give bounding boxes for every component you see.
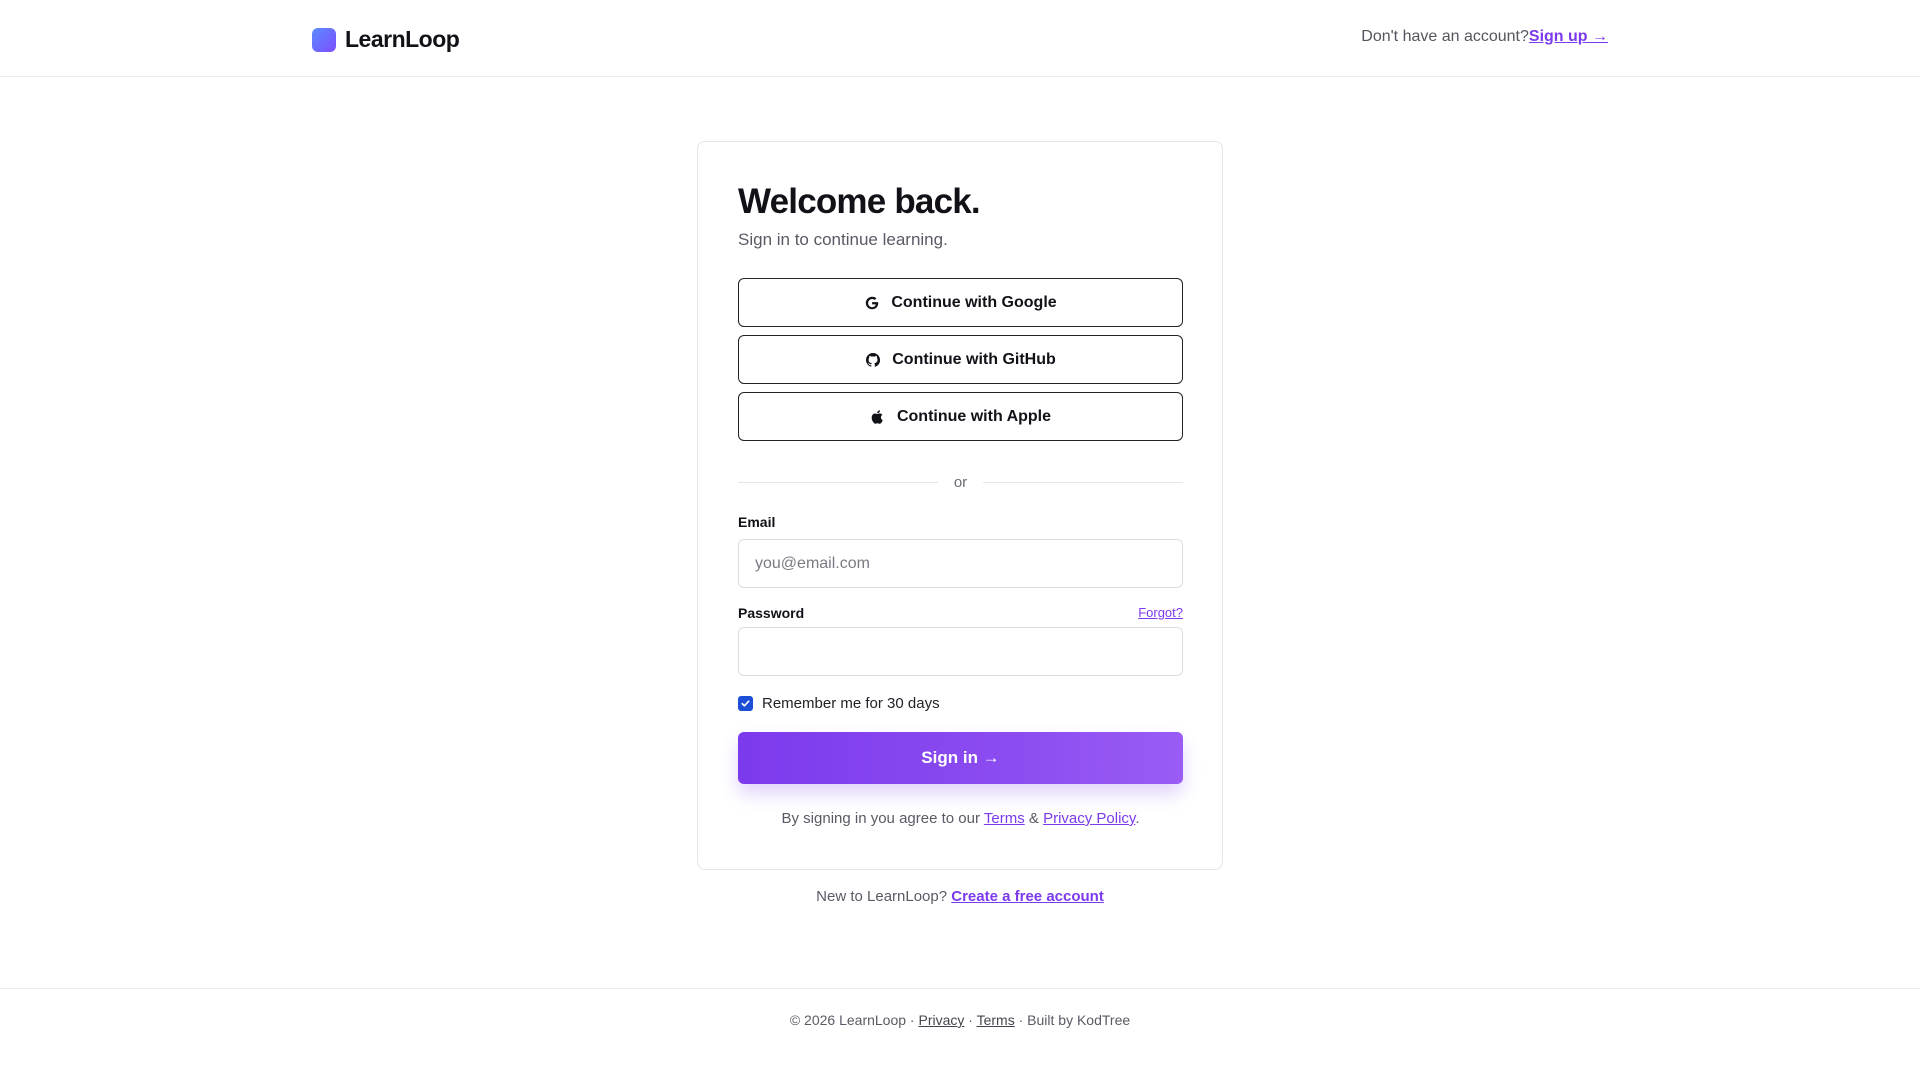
signup-prompt: Don't have an account? Sign up → (1361, 28, 1608, 46)
copyright: © 2026 LearnLoop · (789, 1012, 915, 1028)
footer-terms-link[interactable]: Terms (977, 1012, 1015, 1028)
signin-button[interactable]: Sign in → (738, 732, 1183, 784)
password-label-row: Password Forgot? (738, 605, 1183, 623)
signup-link[interactable]: Sign up → (1529, 28, 1608, 46)
apple-button-label: Continue with Apple (896, 407, 1052, 425)
agree-amp: & (1028, 810, 1039, 827)
github-button-label: Continue with GitHub (892, 350, 1056, 368)
footer-privacy-link[interactable]: Privacy (918, 1012, 964, 1028)
brand-name: LearnLoop (345, 26, 460, 52)
footer-separator: · (968, 1012, 973, 1028)
apple-signin-button[interactable]: Continue with Apple (738, 392, 1183, 441)
github-icon (866, 352, 881, 367)
create-account-link[interactable]: Create a free account (951, 888, 1104, 905)
password-label: Password (738, 605, 805, 621)
google-button-label: Continue with Google (891, 293, 1057, 311)
terms-agreement: By signing in you agree to our Terms & P… (738, 810, 1183, 827)
email-label: Email (738, 514, 776, 530)
logo-icon (312, 27, 336, 52)
divider-text: or (953, 473, 968, 491)
signin-card: Welcome back. Sign in to continue learni… (697, 141, 1223, 870)
password-field[interactable] (738, 627, 1183, 676)
remember-me-checkbox[interactable] (738, 696, 753, 711)
remember-me: Remember me for 30 days (738, 695, 1183, 712)
new-to-text: New to LearnLoop? (816, 888, 948, 905)
google-signin-button[interactable]: Continue with Google (738, 278, 1183, 327)
github-signin-button[interactable]: Continue with GitHub (738, 335, 1183, 384)
google-icon (866, 296, 879, 309)
built-by: · Built by KodTree (1018, 1012, 1131, 1028)
divider-line (983, 481, 1183, 483)
footer-text: © 2026 LearnLoop · Privacy · Terms · Bui… (0, 1012, 1920, 1028)
or-divider: or (738, 471, 1183, 493)
terms-link[interactable]: Terms (984, 810, 1025, 827)
site-header: LearnLoop Don't have an account? Sign up… (0, 0, 1920, 77)
remember-me-label: Remember me for 30 days (762, 695, 940, 712)
email-field[interactable] (738, 539, 1183, 588)
new-account-prompt: New to LearnLoop? Create a free account (0, 888, 1920, 905)
agree-suffix: . (1135, 810, 1140, 827)
no-account-text: Don't have an account? (1361, 28, 1529, 45)
apple-icon (871, 409, 883, 424)
forgot-password-link[interactable]: Forgot? (1138, 605, 1183, 620)
divider-line (738, 481, 938, 483)
privacy-policy-link[interactable]: Privacy Policy (1043, 810, 1135, 827)
agree-prefix: By signing in you agree to our (781, 810, 980, 827)
brand[interactable]: LearnLoop (312, 26, 460, 53)
site-footer: © 2026 LearnLoop · Privacy · Terms · Bui… (0, 988, 1920, 1080)
page-title: Welcome back. (738, 182, 981, 221)
check-icon (741, 700, 750, 707)
page-subtitle: Sign in to continue learning. (738, 230, 948, 249)
